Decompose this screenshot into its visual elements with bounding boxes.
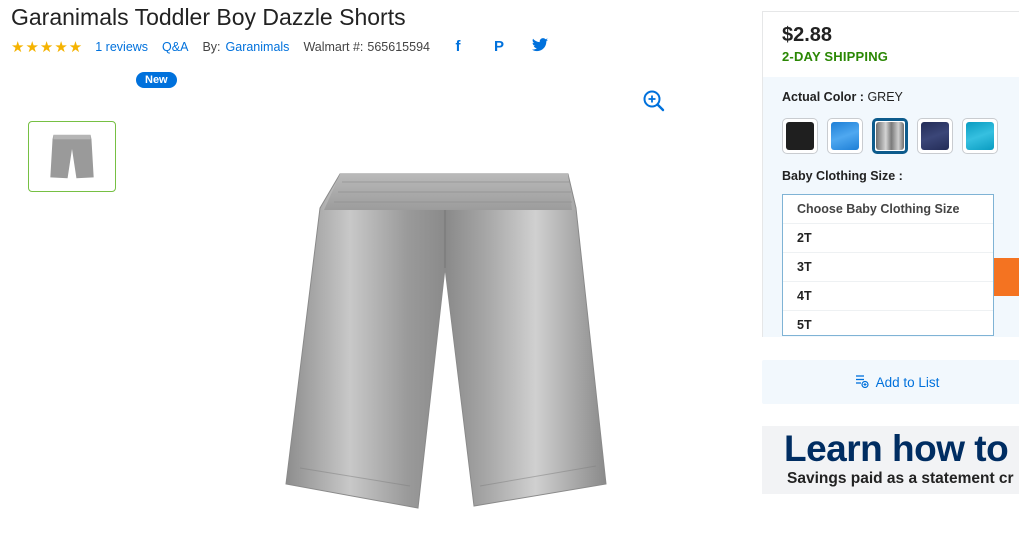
qa-link[interactable]: Q&A [162, 40, 188, 54]
size-option-4t[interactable]: 4T [783, 282, 993, 311]
swatch-navy[interactable] [917, 118, 953, 154]
swatch-black[interactable] [782, 118, 818, 154]
add-to-list-button[interactable]: Add to List [762, 360, 1019, 404]
social-share: f P [450, 38, 548, 56]
brand-link[interactable]: Garanimals [226, 40, 290, 54]
promo-title: Learn how to s [784, 428, 1019, 469]
product-meta-row: ★★★★★ 1 reviews Q&A By: Garanimals Walma… [11, 38, 548, 56]
shorts-thumbnail-image [50, 134, 94, 178]
walmart-number-label: Walmart #: [303, 40, 364, 54]
color-value: GREY [867, 90, 903, 104]
zoom-in-icon[interactable] [643, 90, 665, 112]
walmart-number: 565615594 [367, 40, 430, 54]
add-to-list-label: Add to List [875, 374, 940, 390]
rating-stars[interactable]: ★★★★★ [11, 38, 83, 56]
reviews-link[interactable]: 1 reviews [95, 40, 148, 54]
product-main-image [285, 173, 607, 509]
size-option-placeholder[interactable]: Choose Baby Clothing Size [783, 195, 993, 224]
new-badge: New [136, 72, 177, 88]
size-option-2t[interactable]: 2T [783, 224, 993, 253]
size-dropdown[interactable]: Choose Baby Clothing Size 2T 3T 4T 5T [782, 194, 994, 336]
color-label: Actual Color : GREY [782, 90, 903, 104]
size-option-3t[interactable]: 3T [783, 253, 993, 282]
color-swatches [782, 118, 998, 154]
promo-banner[interactable]: Learn how to s Savings paid as a stateme… [762, 426, 1019, 494]
product-title: Garanimals Toddler Boy Dazzle Shorts [11, 4, 406, 30]
facebook-icon[interactable]: f [450, 38, 466, 56]
by-label: By: [202, 40, 221, 54]
add-to-list-icon [855, 374, 869, 391]
twitter-icon[interactable] [531, 38, 548, 56]
size-label: Baby Clothing Size : [782, 169, 903, 183]
promo-subtitle: Savings paid as a statement cr [787, 470, 1014, 487]
price: $2.88 [782, 24, 833, 46]
color-label-text: Actual Color : [782, 90, 864, 104]
swatch-grey[interactable] [872, 118, 908, 154]
size-option-5t[interactable]: 5T [783, 311, 993, 339]
add-to-cart-button[interactable] [990, 258, 1019, 296]
pinterest-icon[interactable]: P [491, 38, 507, 56]
swatch-teal[interactable] [962, 118, 998, 154]
swatch-blue[interactable] [827, 118, 863, 154]
shipping-badge: 2-DAY SHIPPING [782, 49, 889, 64]
product-thumbnail[interactable] [28, 121, 116, 192]
